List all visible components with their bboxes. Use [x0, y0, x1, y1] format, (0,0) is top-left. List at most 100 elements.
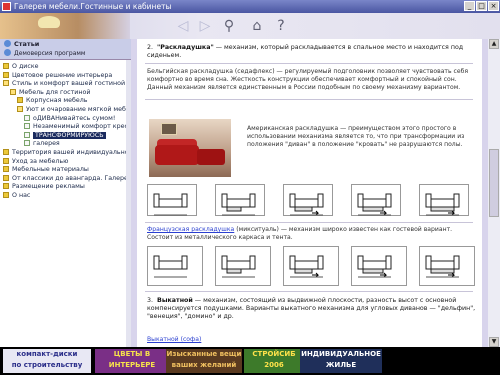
tab-articles[interactable]: Статьи [4, 40, 39, 49]
forward-arrow-icon[interactable]: ▷ [196, 17, 214, 35]
ad-line-2: ИНТЕРЬЕРЕ [108, 361, 156, 369]
demo-icon [4, 49, 11, 56]
folder-icon [10, 88, 16, 95]
mechanism-diagram [147, 246, 203, 286]
scroll-down-icon[interactable]: ▼ [489, 337, 499, 347]
french-paragraph: Французская раскладушка (микситуаль) — м… [147, 226, 453, 241]
tree-item-label: галерея [33, 140, 60, 148]
tree-item[interactable]: Корпусная мебель [17, 97, 88, 106]
document-icon [24, 114, 30, 121]
ad-banner[interactable]: ИНДИВИДУАЛЬНОЕ ЖИЛЬЕ [300, 349, 382, 373]
red-sofa-photo [149, 119, 231, 177]
tree-item-label: От классики до авангарда. Галерея [12, 174, 126, 182]
tree-item-label: Уют и очарование мягкой мебели [26, 106, 126, 113]
ad-line-1: Изысканные вещи [166, 350, 242, 358]
mechanism-diagram [283, 184, 333, 216]
document-icon [24, 140, 30, 147]
help-icon[interactable]: ? [272, 17, 290, 35]
header-banner [0, 13, 130, 39]
document-icon [24, 123, 30, 130]
folder-icon [3, 174, 9, 181]
tree-item[interactable]: ТРАНСФОРМИРУЮСЬ [24, 131, 106, 141]
ad-line-1: ИНДИВИДУАЛЬНОЕ [301, 350, 381, 358]
tree-item[interactable]: От классики до авангарда. Галерея [3, 174, 126, 184]
ad-banner[interactable]: компакт-диски по строительству [3, 349, 91, 373]
ad-line-2: ЖИЛЬЕ [325, 361, 357, 369]
tree-item[interactable]: Цветовое решение интерьера [3, 71, 113, 81]
folder-icon [17, 97, 23, 104]
maximize-icon[interactable]: □ [476, 1, 487, 11]
close-icon[interactable]: × [488, 1, 499, 11]
divider [145, 63, 473, 64]
item-3-heading: 3. Выкатной — механизм, состоящий из выд… [147, 297, 476, 320]
ad-banner[interactable]: ЦВЕТЫ В ИНТЕРЬЕРЕ [95, 349, 169, 373]
lamp-image [38, 16, 60, 28]
minimize-icon[interactable]: _ [464, 1, 475, 11]
app-icon [2, 2, 11, 11]
tree-item-label: оДИВАНивайтесь сумом! [33, 114, 116, 122]
content-scrollbar[interactable]: ▲ ▼ [488, 39, 500, 347]
content-area: 2. "Раскладушка" — механизм, который рас… [131, 39, 488, 347]
folder-icon [3, 63, 9, 69]
tree-item[interactable]: Уход за мебелью [3, 157, 69, 167]
tree-item[interactable]: Уют и очарование мягкой мебели [17, 106, 126, 115]
ad-line-2: 2006 [264, 361, 284, 369]
title-bar: Галерея мебели.Гостинные и кабинеты _ □ … [0, 0, 500, 13]
item-2-heading: 2. "Раскладушка" — механизм, который рас… [147, 44, 464, 59]
back-arrow-icon[interactable]: ◁ [174, 17, 192, 35]
tree-item-label: Размещение рекламы [12, 183, 85, 191]
tree-item-label: Стиль и комфорт вашей гостиной [12, 80, 126, 88]
divider [145, 291, 473, 292]
sidebar: Статьи Демоверсия программ О диске Цветов… [0, 39, 131, 347]
divider [145, 99, 473, 100]
tree-item-label: Цветовое решение интерьера [12, 71, 113, 79]
tree-item[interactable]: Территория вашей индивидуальности [3, 149, 126, 158]
tree-item[interactable]: оДИВАНивайтесь сумом! [24, 114, 116, 124]
ad-line-1: ЦВЕТЫ В [113, 350, 151, 358]
ad-line-2: по строительству [11, 361, 83, 369]
folder-icon [3, 71, 9, 78]
item-3-more[interactable]: Выкатной (софа) [147, 336, 472, 344]
tree-item-label: Уход за мебелью [12, 157, 69, 165]
home-icon[interactable]: ⌂ [248, 17, 266, 35]
tree-item[interactable]: Незаменимый комфорт кресла [24, 123, 126, 132]
mechanism-diagram [215, 184, 265, 216]
sidebar-header: Статьи Демоверсия программ [0, 39, 131, 60]
belgian-paragraph: Бельгийская раскладушка (седафлекс) — ре… [147, 68, 469, 91]
scroll-thumb[interactable] [489, 149, 499, 217]
folder-icon [3, 166, 9, 173]
document-icon [24, 131, 30, 138]
mechanism-diagram [419, 184, 469, 216]
article-page: 2. "Раскладушка" — механизм, который рас… [137, 39, 482, 347]
french-link[interactable]: Французская раскладушка [147, 226, 234, 233]
tree-item-label: Корпусная мебель [26, 97, 88, 105]
mechanism-diagram [215, 246, 271, 286]
tree-item-label: Незаменимый комфорт кресла [33, 123, 126, 131]
search-icon[interactable]: ⚲ [220, 17, 238, 35]
mechanism-diagram [351, 184, 401, 216]
folder-icon [3, 157, 9, 164]
tree-item-label: Мебельные материалы [12, 166, 89, 174]
tree-item[interactable]: Стиль и комфорт вашей гостиной [3, 80, 125, 89]
folder-icon [3, 149, 9, 155]
american-paragraph: Американская раскладушка — преимуществом… [247, 125, 465, 148]
tab-demo[interactable]: Демоверсия программ [4, 49, 85, 58]
folder-icon [3, 183, 9, 190]
navigation-tree: О диске Цветовое решение интерьера Стиль и… [0, 60, 126, 347]
ad-banner[interactable]: Изысканные вещи ваших желаний [166, 349, 242, 373]
ad-line-1: компакт-диски [16, 350, 78, 358]
ad-banner[interactable]: СТРОЙСИБ 2006 [244, 349, 304, 373]
tree-item[interactable]: Мебельные материалы [3, 166, 89, 175]
tree-item[interactable]: О диске [3, 63, 39, 72]
footer-ads: компакт-диски по строительству ЦВЕТЫ В ИНТЕ… [0, 347, 500, 375]
window-title: Галерея мебели.Гостинные и кабинеты [14, 2, 172, 11]
scroll-up-icon[interactable]: ▲ [489, 39, 499, 49]
folder-icon [3, 80, 9, 87]
ad-line-1: СТРОЙСИБ [252, 350, 296, 358]
tree-item-label: Территория вашей индивидуальности [12, 149, 126, 156]
tree-item[interactable]: О нас [3, 192, 30, 201]
tree-item[interactable]: галерея [24, 140, 60, 149]
folder-icon [3, 192, 9, 198]
tree-item[interactable]: Размещение рекламы [3, 183, 85, 192]
tree-item-label: Мебель для гостиной [19, 88, 91, 96]
